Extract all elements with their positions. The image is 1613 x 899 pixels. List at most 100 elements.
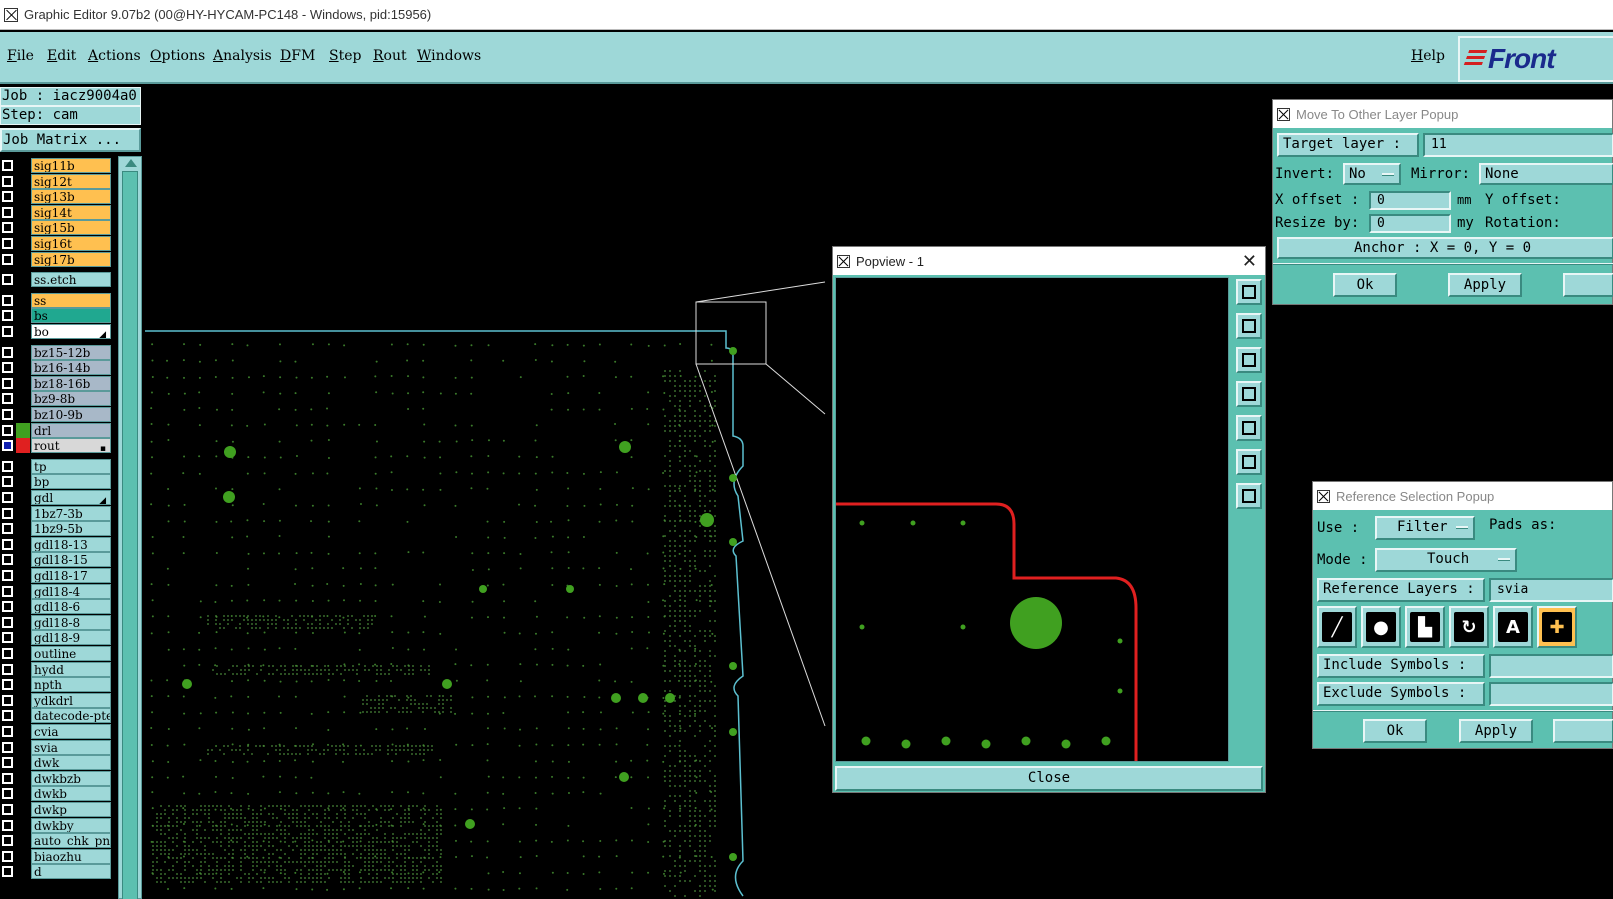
layer-color-swatch[interactable] bbox=[16, 661, 30, 677]
layer-color-swatch[interactable] bbox=[16, 692, 30, 708]
layer-row-bp[interactable]: bp bbox=[0, 474, 114, 490]
layer-color-swatch[interactable] bbox=[16, 802, 30, 817]
zoom-in-button[interactable] bbox=[1236, 483, 1262, 509]
layer-name[interactable]: sig17b bbox=[31, 251, 111, 267]
zoom-out-button[interactable] bbox=[1236, 449, 1262, 475]
layer-row-gdl18-6[interactable]: gdl18-6 bbox=[0, 599, 114, 615]
layer-name[interactable]: rout ▪ bbox=[31, 438, 111, 454]
layer-color-swatch[interactable] bbox=[16, 833, 30, 849]
layer-checkbox[interactable] bbox=[2, 632, 13, 644]
layer-checkbox[interactable] bbox=[2, 523, 13, 535]
scrollbar-thumb[interactable] bbox=[122, 171, 138, 899]
layer-row-dwkp[interactable]: dwkp bbox=[0, 802, 114, 817]
layer-row-sig14t[interactable]: sig14t bbox=[0, 204, 114, 220]
layer-row-bz10-9b[interactable]: bz10-9b bbox=[0, 407, 114, 422]
layer-color-swatch[interactable] bbox=[16, 786, 30, 802]
layer-checkbox[interactable] bbox=[2, 460, 13, 472]
layer-row-outline[interactable]: outline bbox=[0, 646, 114, 661]
layer-row-gdl18-15[interactable]: gdl18-15 bbox=[0, 552, 114, 568]
layer-checkbox[interactable] bbox=[2, 616, 13, 628]
menu-options[interactable]: Options bbox=[150, 48, 205, 64]
layer-color-swatch[interactable] bbox=[16, 173, 30, 189]
layer-name[interactable]: sig12t bbox=[31, 173, 111, 189]
layer-row-dwk[interactable]: dwk bbox=[0, 755, 114, 771]
layer-row-gdl18-9[interactable]: gdl18-9 bbox=[0, 630, 114, 646]
layer-name[interactable]: cvia bbox=[31, 724, 111, 739]
layer-color-swatch[interactable] bbox=[16, 324, 30, 339]
layer-name[interactable]: bz15-12b bbox=[31, 344, 111, 360]
layer-checkbox[interactable] bbox=[2, 191, 13, 203]
exclude-symbols-label[interactable]: Exclude Symbols : bbox=[1317, 682, 1485, 706]
layer-row-sig11b[interactable]: sig11b bbox=[0, 158, 114, 173]
layer-checkbox[interactable] bbox=[2, 601, 13, 613]
filter-all-button[interactable]: ✚ bbox=[1537, 606, 1577, 648]
layer-row-drl[interactable]: drl bbox=[0, 422, 114, 438]
layer-color-swatch[interactable] bbox=[16, 422, 30, 438]
layer-color-swatch[interactable] bbox=[16, 308, 30, 324]
layer-row-dwkby[interactable]: dwkby bbox=[0, 817, 114, 833]
layer-name[interactable]: outline bbox=[31, 646, 111, 661]
layer-name[interactable]: sig15b bbox=[31, 220, 111, 236]
layer-name[interactable]: drl bbox=[31, 422, 111, 438]
layer-row-tp[interactable]: tp bbox=[0, 458, 114, 474]
job-matrix-button[interactable]: Job Matrix ... bbox=[0, 128, 141, 152]
layer-color-swatch[interactable] bbox=[16, 220, 30, 236]
include-symbols-input[interactable] bbox=[1489, 654, 1613, 678]
layer-checkbox[interactable] bbox=[2, 160, 13, 171]
layer-name[interactable]: bz10-9b bbox=[31, 407, 111, 422]
layer-row-gdl18-17[interactable]: gdl18-17 bbox=[0, 568, 114, 583]
layer-row-bs[interactable]: bs bbox=[0, 308, 114, 324]
layer-checkbox[interactable] bbox=[2, 679, 13, 691]
filter-text-button[interactable]: A bbox=[1493, 606, 1533, 648]
move-apply-button[interactable]: Apply bbox=[1448, 273, 1522, 297]
pan-up-button[interactable] bbox=[1236, 313, 1262, 339]
layer-color-swatch[interactable] bbox=[16, 552, 30, 568]
layer-color-swatch[interactable] bbox=[16, 292, 30, 308]
layer-color-swatch[interactable] bbox=[16, 505, 30, 521]
layer-color-swatch[interactable] bbox=[16, 375, 30, 391]
layer-name[interactable]: sig13b bbox=[31, 189, 111, 205]
layer-name[interactable]: dwkbzb bbox=[31, 770, 111, 786]
popview-canvas[interactable] bbox=[835, 277, 1229, 762]
target-layer-input[interactable]: 11 bbox=[1423, 133, 1613, 157]
layer-checkbox[interactable] bbox=[2, 424, 13, 436]
layer-color-swatch[interactable] bbox=[16, 158, 30, 173]
layer-checkbox[interactable] bbox=[2, 206, 13, 218]
layer-color-swatch[interactable] bbox=[16, 360, 30, 376]
layer-color-swatch[interactable] bbox=[16, 474, 30, 490]
layer-name[interactable]: 1bz7-3b bbox=[31, 505, 111, 521]
ref-ok-button[interactable]: Ok bbox=[1363, 719, 1427, 743]
layer-name[interactable]: bz18-16b bbox=[31, 375, 111, 391]
layer-name[interactable]: bp bbox=[31, 474, 111, 490]
layer-name[interactable]: dwk bbox=[31, 755, 111, 771]
layer-name[interactable]: biaozhu bbox=[31, 848, 111, 864]
layer-row-gdl[interactable]: gdl ◢ bbox=[0, 490, 114, 505]
layer-checkbox[interactable] bbox=[2, 554, 13, 566]
scroll-up-arrow-icon[interactable] bbox=[125, 159, 137, 167]
layer-color-swatch[interactable] bbox=[16, 521, 30, 537]
layer-checkbox[interactable] bbox=[2, 326, 13, 337]
layer-color-swatch[interactable] bbox=[16, 755, 30, 771]
mirror-select[interactable]: None bbox=[1479, 163, 1613, 185]
layer-color-swatch[interactable] bbox=[16, 677, 30, 693]
layer-name[interactable]: datecode-pte bbox=[31, 708, 111, 724]
pan-left-button[interactable] bbox=[1236, 381, 1262, 407]
layer-name[interactable]: gdl18-17 bbox=[31, 568, 111, 583]
layer-row-sig12t[interactable]: sig12t bbox=[0, 173, 114, 189]
layer-name[interactable]: gdl ◢ bbox=[31, 490, 111, 505]
layer-name[interactable]: tp bbox=[31, 458, 111, 474]
reference-layers-input[interactable]: svia bbox=[1489, 578, 1613, 602]
layer-checkbox[interactable] bbox=[2, 409, 13, 420]
layer-checkbox[interactable] bbox=[2, 772, 13, 784]
menu-actions[interactable]: Actions bbox=[88, 48, 141, 64]
layer-row-bo[interactable]: bo ◢ bbox=[0, 324, 114, 339]
layer-checkbox[interactable] bbox=[2, 866, 13, 878]
layer-checkbox[interactable] bbox=[2, 819, 13, 831]
layer-checkbox[interactable] bbox=[2, 175, 13, 187]
layer-row-ss[interactable]: ss bbox=[0, 292, 114, 308]
layer-checkbox[interactable] bbox=[2, 538, 13, 550]
menu-file[interactable]: File bbox=[7, 48, 34, 64]
move-extra-button[interactable] bbox=[1563, 273, 1613, 297]
layer-checkbox[interactable] bbox=[2, 222, 13, 234]
use-select[interactable]: Filter bbox=[1375, 516, 1475, 540]
